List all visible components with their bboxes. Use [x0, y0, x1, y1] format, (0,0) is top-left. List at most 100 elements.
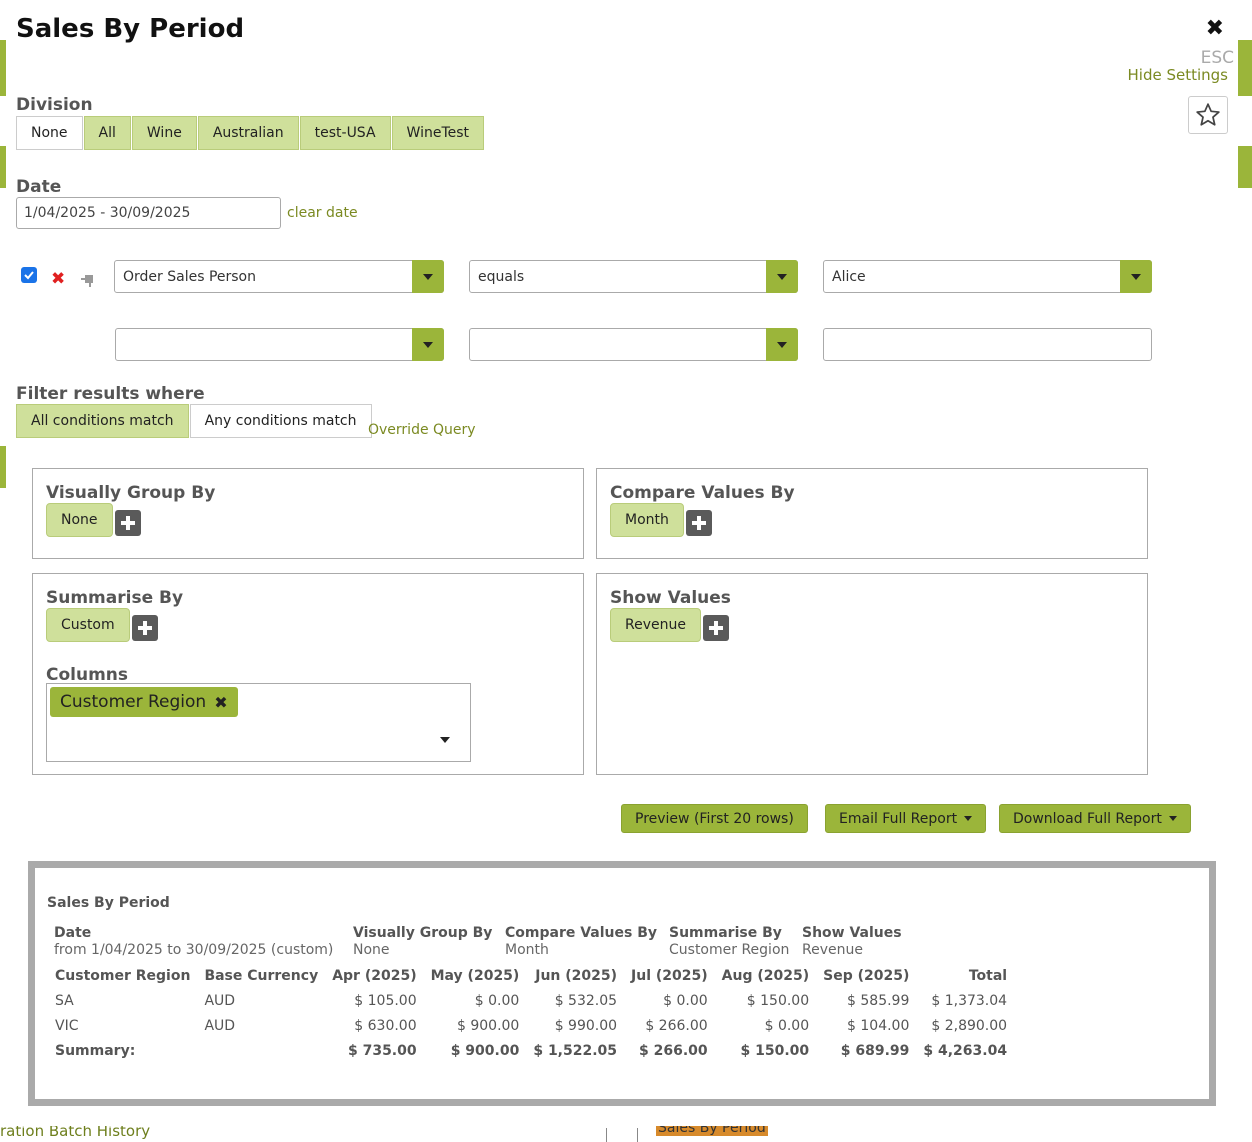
- table-cell: $ 2,890.00: [931, 1017, 1008, 1034]
- chevron-down-icon[interactable]: [1120, 260, 1152, 293]
- plus-icon[interactable]: [115, 510, 141, 536]
- condition-operator-dropdown[interactable]: equals: [469, 260, 798, 293]
- plus-icon[interactable]: [132, 615, 158, 641]
- table-cell: $ 105.00: [354, 992, 417, 1009]
- date-range-input[interactable]: 1/04/2025 - 30/09/2025: [16, 197, 281, 229]
- table-cell: $ 0.00: [764, 1017, 810, 1034]
- table-cell: SA: [55, 992, 74, 1009]
- meta-date: Date from 1/04/2025 to 30/09/2025 (custo…: [54, 925, 333, 959]
- show-values-button[interactable]: Revenue: [610, 608, 701, 642]
- meta-compare-value: Month: [505, 942, 549, 958]
- meta-date-value: from 1/04/2025 to 30/09/2025 (custom): [54, 942, 334, 958]
- condition-field-dropdown[interactable]: Order Sales Person: [114, 260, 444, 293]
- condition-value-dropdown[interactable]: Alice: [823, 260, 1152, 293]
- compare-values-panel: Compare Values By Month: [596, 468, 1148, 559]
- division-option-none[interactable]: None: [16, 116, 83, 150]
- report-title: Sales By Period: [47, 895, 170, 911]
- column-header: Total: [968, 968, 1008, 984]
- esc-hint: ESC: [1200, 48, 1234, 68]
- division-label: Division: [16, 95, 93, 115]
- meta-show-values-heading: Show Values: [802, 925, 902, 941]
- meta-show-values: Show Values Revenue: [802, 925, 902, 959]
- table-row: VIC AUD $ 630.00 $ 900.00 $ 990.00 $ 266…: [48, 1013, 1014, 1038]
- column-header: May (2025): [430, 968, 520, 984]
- table-cell: $ 735.00: [347, 1042, 417, 1059]
- meta-summarise: Summarise By Customer Region: [669, 925, 789, 959]
- override-query-link[interactable]: Override Query: [368, 422, 476, 438]
- column-tag-label: Customer Region: [60, 692, 207, 712]
- report-settings-modal: Sales By Period ✖ ESC Hide Settings Divi…: [6, 6, 1238, 1126]
- chevron-down-icon[interactable]: [766, 260, 798, 293]
- clear-date-link[interactable]: clear date: [287, 205, 358, 221]
- column-header: Customer Region: [55, 968, 191, 984]
- table-cell: $ 900.00: [450, 1042, 520, 1059]
- visual-group-value-button[interactable]: None: [46, 503, 113, 537]
- table-cell: $ 689.99: [840, 1042, 910, 1059]
- chevron-down-icon[interactable]: [412, 328, 444, 361]
- chevron-down-icon[interactable]: [412, 260, 444, 293]
- division-option-wine[interactable]: Wine: [131, 116, 197, 150]
- pin-icon[interactable]: [80, 272, 98, 291]
- table-cell: $ 532.05: [554, 992, 618, 1009]
- chevron-down-icon[interactable]: [440, 737, 450, 743]
- report-preview: Sales By Period Date from 1/04/2025 to 3…: [28, 861, 1216, 1106]
- division-option-test-usa[interactable]: test-USA: [299, 116, 391, 150]
- division-option-winetest[interactable]: WineTest: [391, 116, 485, 150]
- meta-visual-group-value: None: [353, 942, 390, 958]
- download-report-label: Download Full Report: [1013, 810, 1162, 827]
- star-icon: [1196, 103, 1220, 126]
- condition-field-value: Order Sales Person: [123, 268, 256, 285]
- division-selector: None All Wine Australian test-USA WineTe…: [16, 116, 485, 150]
- table-cell: $ 150.00: [740, 1042, 810, 1059]
- caret-down-icon: [964, 816, 973, 821]
- table-cell: AUD: [204, 1017, 236, 1034]
- new-condition-operator-dropdown[interactable]: [469, 328, 798, 361]
- new-condition-value-input[interactable]: [823, 328, 1152, 361]
- close-icon[interactable]: ✖: [1206, 16, 1224, 41]
- chevron-down-icon[interactable]: [766, 328, 798, 361]
- plus-icon[interactable]: [703, 615, 729, 641]
- page-title: Sales By Period: [16, 14, 245, 44]
- preview-button[interactable]: Preview (First 20 rows): [621, 804, 808, 833]
- caret-down-icon: [1168, 816, 1177, 821]
- delete-condition-icon[interactable]: ✖: [51, 269, 65, 289]
- new-condition-field-dropdown[interactable]: [115, 328, 444, 361]
- columns-multi-select[interactable]: Customer Region ✖: [46, 683, 471, 762]
- download-report-button[interactable]: Download Full Report: [999, 804, 1191, 833]
- division-option-all[interactable]: All: [83, 116, 131, 150]
- condition-checkbox[interactable]: [21, 267, 37, 283]
- email-report-button[interactable]: Email Full Report: [825, 804, 987, 833]
- meta-visual-group: Visually Group By None: [353, 925, 492, 959]
- summarise-value-button[interactable]: Custom: [46, 608, 130, 642]
- table-cell: Summary:: [55, 1042, 136, 1059]
- table-cell: $ 0.00: [663, 992, 708, 1009]
- any-conditions-button[interactable]: Any conditions match: [189, 404, 372, 438]
- plus-icon[interactable]: [686, 510, 712, 536]
- remove-tag-icon[interactable]: ✖: [214, 693, 227, 712]
- table-cell: $ 150.00: [746, 992, 810, 1009]
- column-header: Aug (2025): [721, 968, 810, 984]
- show-values-panel: Show Values Revenue: [596, 573, 1148, 775]
- all-conditions-button[interactable]: All conditions match: [16, 404, 189, 438]
- hide-settings-link[interactable]: Hide Settings: [1128, 66, 1229, 84]
- filter-label: Filter results where: [16, 384, 205, 404]
- meta-visual-group-heading: Visually Group By: [353, 925, 493, 941]
- meta-compare: Compare Values By Month: [505, 925, 657, 959]
- bg-right-bar: [1238, 40, 1252, 96]
- bg-divider: [606, 1128, 607, 1142]
- visual-group-title: Visually Group By: [46, 483, 216, 503]
- compare-values-button[interactable]: Month: [610, 503, 684, 537]
- summary-row: Summary: $ 735.00 $ 900.00 $ 1,522.05 $ …: [48, 1038, 1014, 1063]
- email-report-label: Email Full Report: [839, 810, 958, 827]
- table-cell: $ 990.00: [554, 1017, 618, 1034]
- table-cell: $ 4,263.04: [923, 1042, 1008, 1059]
- table-cell: AUD: [204, 992, 236, 1009]
- table-cell: $ 1,373.04: [931, 992, 1008, 1009]
- favourite-button[interactable]: [1188, 96, 1228, 134]
- bg-right-bar: [1238, 146, 1252, 188]
- division-option-australian[interactable]: Australian: [197, 116, 299, 150]
- column-header: Sep (2025): [823, 968, 910, 984]
- table-cell: $ 900.00: [456, 1017, 520, 1034]
- meta-show-values-value: Revenue: [802, 942, 863, 958]
- columns-label: Columns: [46, 665, 129, 685]
